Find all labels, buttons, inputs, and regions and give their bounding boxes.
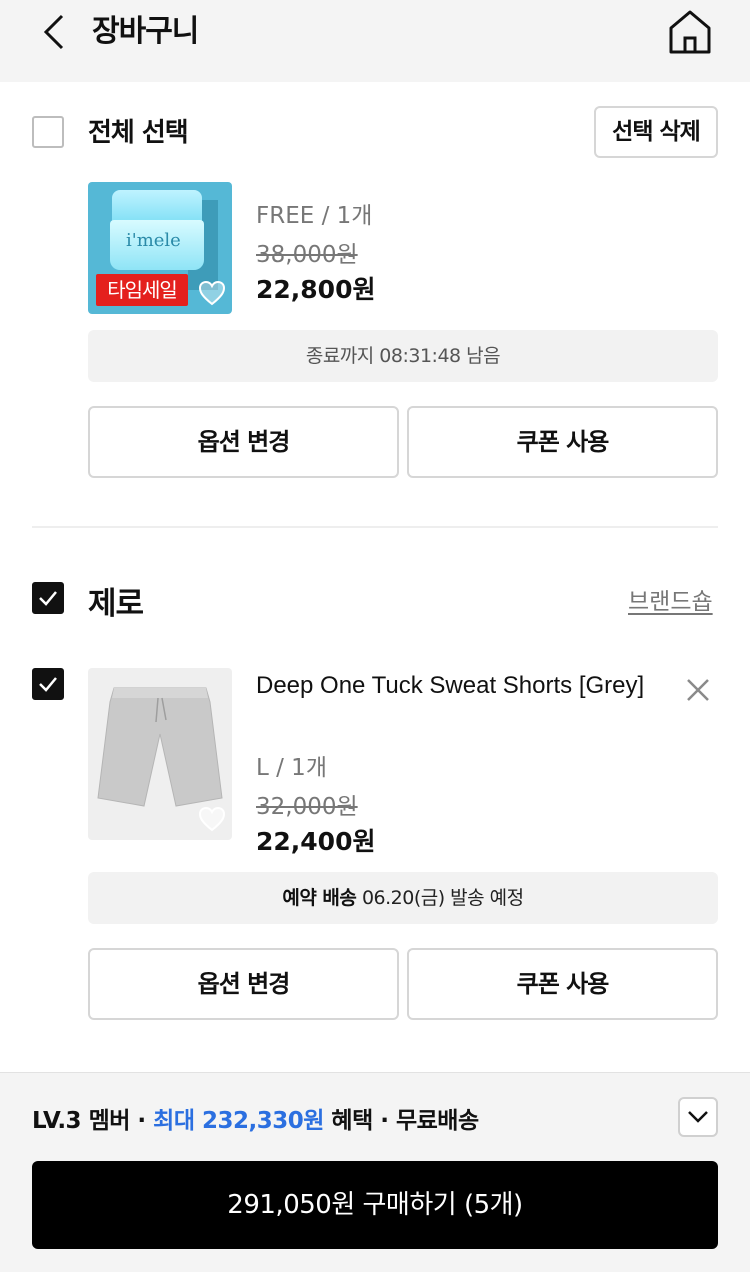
- product-image[interactable]: i'mele 타임세일: [88, 182, 232, 314]
- member-level: LV.3 멤버 ·: [32, 1108, 154, 1134]
- original-price: 38,000원: [256, 242, 358, 268]
- time-sale-badge: 타임세일: [96, 274, 188, 306]
- purchase-button[interactable]: 291,050원 구매하기 (5개): [32, 1161, 718, 1249]
- brand-checkbox[interactable]: [32, 582, 64, 614]
- max-benefit-amount: 최대 232,330원: [153, 1108, 324, 1134]
- reserved-delivery-date: 06.20(금) 발송 예정: [361, 887, 524, 909]
- back-button[interactable]: [34, 10, 78, 54]
- coupon-use-button[interactable]: 쿠폰 사용: [407, 406, 718, 478]
- section-divider: [32, 526, 718, 528]
- reserved-delivery-notice: 예약 배송 06.20(금) 발송 예정: [88, 872, 718, 924]
- product-image[interactable]: [88, 668, 232, 840]
- brand-shop-link[interactable]: 브랜드숍: [628, 582, 713, 616]
- app-header: 장바구니: [0, 0, 750, 82]
- checkout-bar: LV.3 멤버 · 최대 232,330원 혜택 · 무료배송 291,050원…: [0, 1072, 750, 1272]
- expand-benefits-button[interactable]: [678, 1097, 718, 1137]
- original-price: 32,000원: [256, 794, 358, 820]
- check-icon: [39, 591, 57, 606]
- select-all-label: 전체 선택: [88, 118, 189, 148]
- heart-icon[interactable]: [198, 806, 226, 832]
- delete-selected-button[interactable]: 선택 삭제: [594, 106, 718, 158]
- reserved-delivery-label: 예약 배송: [282, 887, 357, 909]
- member-benefit-text: LV.3 멤버 · 최대 232,330원 혜택 · 무료배송: [32, 1101, 479, 1135]
- select-all-row: 전체 선택 선택 삭제: [0, 82, 750, 182]
- product-option: L / 1개: [256, 755, 327, 781]
- chevron-down-icon: [688, 1111, 708, 1123]
- product-name[interactable]: Deep One Tuck Sweat Shorts [Grey]: [256, 668, 656, 704]
- product-jar-lid: [112, 190, 202, 224]
- item-checkbox[interactable]: [32, 668, 64, 700]
- product-image-logo: i'mele: [126, 230, 181, 251]
- time-sale-countdown: 종료까지 08:31:48 남음: [88, 330, 718, 382]
- brand-name: 제로: [88, 586, 144, 622]
- chevron-left-icon: [43, 14, 64, 50]
- benefit-suffix: 혜택 · 무료배송: [323, 1108, 479, 1134]
- option-change-button[interactable]: 옵션 변경: [88, 406, 399, 478]
- check-icon: [39, 677, 57, 692]
- close-icon: [687, 679, 709, 701]
- select-all-checkbox[interactable]: [32, 116, 64, 148]
- option-change-button[interactable]: 옵션 변경: [88, 948, 399, 1020]
- remove-item-button[interactable]: [680, 672, 716, 708]
- product-option: FREE / 1개: [256, 203, 373, 229]
- heart-icon[interactable]: [198, 280, 226, 306]
- sale-price: 22,800원: [256, 275, 376, 304]
- home-button[interactable]: [666, 8, 714, 56]
- sale-price: 22,400원: [256, 827, 376, 856]
- home-icon: [669, 10, 711, 54]
- page-title: 장바구니: [92, 14, 199, 49]
- coupon-use-button[interactable]: 쿠폰 사용: [407, 948, 718, 1020]
